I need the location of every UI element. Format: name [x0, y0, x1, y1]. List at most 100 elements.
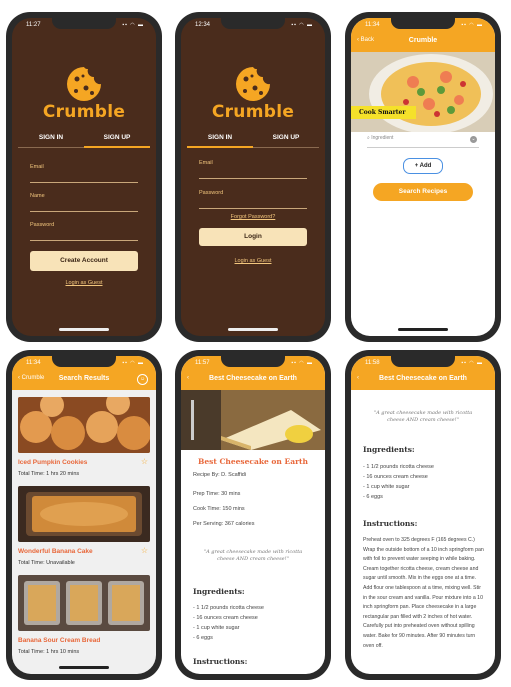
status-time: 11:34	[26, 360, 41, 366]
recipe-name: Wonderful Banana Cake	[18, 548, 93, 555]
recipe-total-time: Total Time: 1 hrs 10 mins	[18, 649, 80, 655]
recipe-quote: "A great cheesecake made with ricotta ch…	[203, 549, 303, 562]
clear-icon[interactable]: ⌄	[470, 136, 477, 143]
notch	[221, 356, 285, 367]
nav-title: Search Results	[58, 375, 110, 382]
banana-bread-image	[18, 575, 150, 631]
email-field[interactable]: Email	[30, 164, 138, 183]
notch	[52, 356, 116, 367]
ingredient-item: - 16 ounces cream cheese	[363, 474, 428, 480]
auth-tabs: SIGN IN SIGN UP	[18, 132, 150, 146]
password-field[interactable]: Password	[199, 190, 307, 209]
instructions-heading: Instructions:	[193, 657, 248, 666]
phone-results: 11:34 ▪▪ ◠ ▬ ‹ Crumble Search Results ☺ …	[6, 350, 162, 680]
detail-scrolled-screen: 11:58 ▪▪ ◠ ▬ ‹ Best Cheesecake on Earth …	[351, 356, 495, 674]
ingredient-item: - 6 eggs	[193, 635, 213, 641]
ingredient-item: - 1 1/2 pounds ricotta cheese	[193, 605, 264, 611]
ingredients-heading: Ingredients:	[363, 445, 415, 454]
create-account-button[interactable]: Create Account	[30, 251, 138, 271]
status-time: 11:58	[365, 360, 380, 366]
nav-title: Best Cheesecake on Earth	[209, 375, 297, 382]
result-card[interactable]: Wonderful Banana Cake Total Time: Unavai…	[18, 486, 150, 572]
password-label: Password	[199, 190, 224, 196]
signal-icon: ▪▪ ◠ ▬	[461, 22, 483, 28]
result-card[interactable]: Banana Sour Cream Bread Total Time: 1 hr…	[18, 575, 150, 661]
hero-image: Cook Smarter	[351, 52, 495, 132]
ingredient-input[interactable]: ⌕ Ingredient ⌄	[367, 135, 479, 148]
phone-search: 11:34 ▪▪ ◠ ▬ ‹ Back Crumble Cook Smarter…	[345, 12, 501, 342]
app-logo: Crumble	[181, 64, 325, 122]
logo-text: Crumble	[211, 102, 295, 122]
prep-time: Prep Time: 30 mins	[193, 491, 241, 497]
tab-sign-up[interactable]: SIGN UP	[253, 132, 319, 146]
ingredients-list: - 1 1/2 pounds ricotta cheese - 16 ounce…	[363, 462, 485, 502]
login-button[interactable]: Login	[199, 228, 307, 246]
status-time: 11:57	[195, 360, 210, 366]
cheesecake-image	[181, 390, 325, 450]
ingredients-list: - 1 1/2 pounds ricotta cheese - 16 ounce…	[193, 603, 315, 643]
phone-signup: 11:27 ▪▪ ◠ ▬ Crumble SIGN IN SIGN UP Ema…	[6, 12, 162, 342]
recipe-image	[18, 486, 150, 542]
forgot-password-link[interactable]: Forgot Password?	[181, 214, 325, 220]
status-time: 11:34	[365, 22, 380, 28]
tab-underline	[187, 146, 319, 148]
tab-sign-up[interactable]: SIGN UP	[84, 132, 150, 146]
star-icon[interactable]: ☆	[141, 457, 148, 466]
login-as-guest-link[interactable]: Login as Guest	[181, 258, 325, 264]
cookie-icon	[67, 67, 101, 101]
cook-time: Cook Time: 150 mins	[193, 506, 245, 512]
recipe-quote: "A great cheesecake made with ricotta ch…	[373, 410, 473, 423]
ingredient-placeholder: Ingredient	[371, 135, 394, 141]
recipe-heading: Best Cheesecake on Earth	[198, 457, 308, 466]
recipe-name: Iced Pumpkin Cookies	[18, 459, 88, 466]
tab-sign-in[interactable]: SIGN IN	[18, 132, 84, 146]
recipe-image	[18, 575, 150, 631]
home-indicator	[228, 328, 278, 331]
user-icon[interactable]: ☺	[137, 374, 148, 385]
add-ingredient-button[interactable]: + Add	[403, 158, 443, 174]
nav-title: Crumble	[408, 37, 438, 44]
recipe-author: Recipe By: D. Scaffidi	[193, 472, 247, 478]
results-screen: 11:34 ▪▪ ◠ ▬ ‹ Crumble Search Results ☺ …	[12, 356, 156, 674]
ingredients-heading: Ingredients:	[193, 587, 245, 596]
instructions-text: Preheat oven to 325 degrees F (165 degre…	[363, 537, 484, 649]
signin-screen: 12:34 ▪▪ ◠ ▬ Crumble SIGN IN SIGN UP Ema…	[181, 18, 325, 336]
tab-sign-in[interactable]: SIGN IN	[187, 132, 253, 146]
ingredient-item: - 1 cup white sugar	[193, 625, 240, 631]
calories-per-serving: Per Serving: 367 calories	[193, 521, 255, 527]
password-field[interactable]: Password	[30, 222, 138, 241]
phone-detail-scrolled: 11:58 ▪▪ ◠ ▬ ‹ Best Cheesecake on Earth …	[345, 350, 501, 680]
signup-screen: 11:27 ▪▪ ◠ ▬ Crumble SIGN IN SIGN UP Ema…	[12, 18, 156, 336]
ingredient-item: - 1 cup white sugar	[363, 484, 410, 490]
login-as-guest-link[interactable]: Login as Guest	[12, 280, 156, 286]
cheesecake-photo	[181, 390, 325, 450]
name-field[interactable]: Name	[30, 193, 138, 212]
home-indicator	[59, 666, 109, 669]
signal-icon: ▪▪ ◠ ▬	[291, 22, 313, 28]
signal-icon: ▪▪ ◠ ▬	[461, 360, 483, 366]
instructions-heading: Instructions:	[363, 519, 418, 528]
ingredient-item: - 6 eggs	[363, 494, 383, 500]
home-indicator	[398, 328, 448, 331]
recipe-image	[18, 397, 150, 453]
signal-icon: ▪▪ ◠ ▬	[122, 22, 144, 28]
logo-text: Crumble	[42, 102, 126, 122]
cookie-icon	[236, 67, 270, 101]
signal-icon: ▪▪ ◠ ▬	[291, 360, 313, 366]
ingredient-item: - 16 ounces cream cheese	[193, 615, 258, 621]
notch	[221, 18, 285, 29]
star-icon[interactable]: ☆	[141, 546, 148, 555]
search-screen: 11:34 ▪▪ ◠ ▬ ‹ Back Crumble Cook Smarter…	[351, 18, 495, 336]
recipe-total-time: Total Time: Unavailable	[18, 560, 75, 566]
detail-screen: 11:57 ▪▪ ◠ ▬ ‹ Best Cheesecake on Earth …	[181, 356, 325, 674]
banana-cake-image	[18, 486, 150, 542]
search-recipes-button[interactable]: Search Recipes	[373, 183, 473, 201]
active-tab-indicator	[84, 146, 150, 148]
cook-smarter-banner: Cook Smarter	[351, 106, 416, 119]
status-time: 12:34	[195, 22, 211, 28]
result-card[interactable]: Iced Pumpkin Cookies Total Time: 1 hrs 2…	[18, 397, 150, 483]
nav-title: Best Cheesecake on Earth	[379, 375, 467, 382]
email-field[interactable]: Email	[199, 160, 307, 179]
phone-signin: 12:34 ▪▪ ◠ ▬ Crumble SIGN IN SIGN UP Ema…	[175, 12, 331, 342]
pumpkin-cookies-image	[18, 397, 150, 453]
